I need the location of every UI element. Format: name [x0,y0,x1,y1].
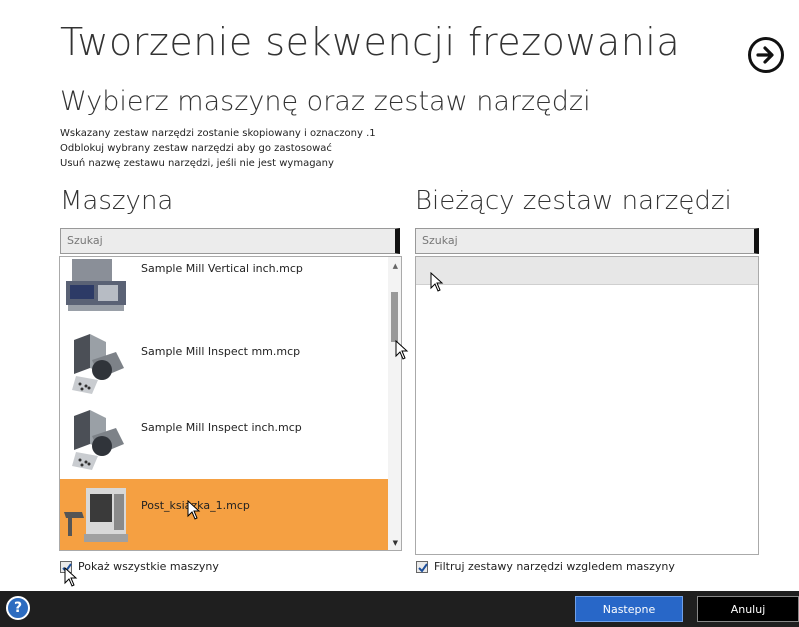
checkbox-label: Filtruj zestawy narzędzi wzgledem maszyn… [434,560,675,573]
machine-thumbnail-icon [66,259,126,311]
mouse-pointer-icon [187,500,201,520]
help-icon[interactable]: ? [6,596,30,620]
machine-item-selected[interactable]: Post_ksiazka_1.mcp [60,479,388,550]
mouse-pointer-icon [430,272,444,292]
scroll-down-arrow-icon[interactable]: ▼ [393,539,398,547]
toolset-search-input[interactable]: Szukaj [415,228,759,254]
next-button[interactable]: Nastepne [575,596,683,622]
cancel-button[interactable]: Anuluj [697,596,799,622]
machine-heading: Maszyna [60,186,174,216]
machine-item[interactable]: Sample Mill Vertical inch.mcp [60,257,388,327]
next-arrow-button[interactable] [748,37,784,73]
arrow-right-circle-icon [756,46,774,64]
scroll-up-arrow-icon[interactable]: ▲ [393,262,398,270]
machine-name: Sample Mill Vertical inch.mcp [141,262,303,275]
page-subtitle: Wybierz maszynę oraz zestaw narzędzi [60,86,591,117]
toolset-list-row[interactable] [416,257,758,285]
show-all-machines-checkbox[interactable]: Pokaż wszystkie maszyny [60,560,219,573]
machine-list-scrollbar[interactable]: ▲ ▼ [388,257,401,550]
footer-bar: ? Nastepne Anuluj [0,591,799,627]
toolset-list[interactable] [415,256,759,555]
machine-thumbnail-icon [72,334,124,394]
info-line: Usuń nazwę zestawu narzędzi, jeśli nie j… [60,158,334,169]
mouse-pointer-icon [64,567,78,587]
info-line: Wskazany zestaw narzędzi zostanie skopio… [60,128,376,139]
machine-item[interactable]: Sample Mill Inspect inch.mcp [60,403,388,478]
filter-toolsets-checkbox[interactable]: Filtruj zestawy narzędzi wzgledem maszyn… [416,560,675,573]
scroll-thumb[interactable] [391,292,398,342]
machine-thumbnail-icon [64,488,128,542]
info-line: Odblokuj wybrany zestaw narzędzi aby go … [60,143,332,154]
machine-name: Sample Mill Inspect inch.mcp [141,421,302,434]
page-title: Tworzenie sekwencji frezowania [60,20,681,64]
machine-item[interactable]: Sample Mill Inspect mm.mcp [60,327,388,402]
toolset-heading: Bieżący zestaw narzędzi [415,186,732,216]
checkbox-box[interactable] [416,560,428,573]
machine-list[interactable]: Sample Mill Vertical inch.mcp Sample Mil… [59,256,402,551]
machine-name: Sample Mill Inspect mm.mcp [141,345,301,358]
machine-search-input[interactable]: Szukaj [60,228,400,254]
machine-thumbnail-icon [72,410,124,470]
mouse-pointer-icon [395,340,409,360]
checkbox-label: Pokaż wszystkie maszyny [78,560,219,573]
info-text: Wskazany zestaw narzędzi zostanie skopio… [60,126,376,171]
checkmark-icon [418,562,428,573]
